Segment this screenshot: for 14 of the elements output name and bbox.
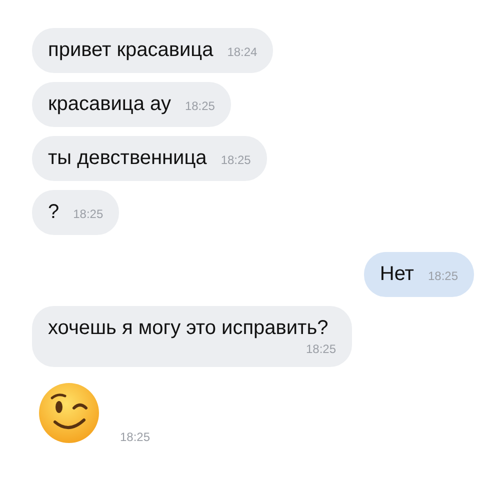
message-text: красавица ау <box>48 93 171 116</box>
message-text: привет красавица <box>48 39 214 62</box>
message-time: 18:24 <box>227 45 258 59</box>
message-time: 18:25 <box>306 342 336 356</box>
message-time: 18:25 <box>428 269 458 283</box>
message-text: хочешь я могу это исправить? <box>48 317 328 340</box>
message-text: ты девственница <box>48 147 207 170</box>
message-time: 18:25 <box>73 207 104 221</box>
winking-emoji-icon <box>38 382 100 444</box>
message-time: 18:25 <box>220 153 251 167</box>
message-time: 18:25 <box>120 430 150 444</box>
message-time: 18:25 <box>184 99 215 113</box>
message-text: Нет <box>380 263 414 286</box>
message-text: ? <box>48 201 60 224</box>
